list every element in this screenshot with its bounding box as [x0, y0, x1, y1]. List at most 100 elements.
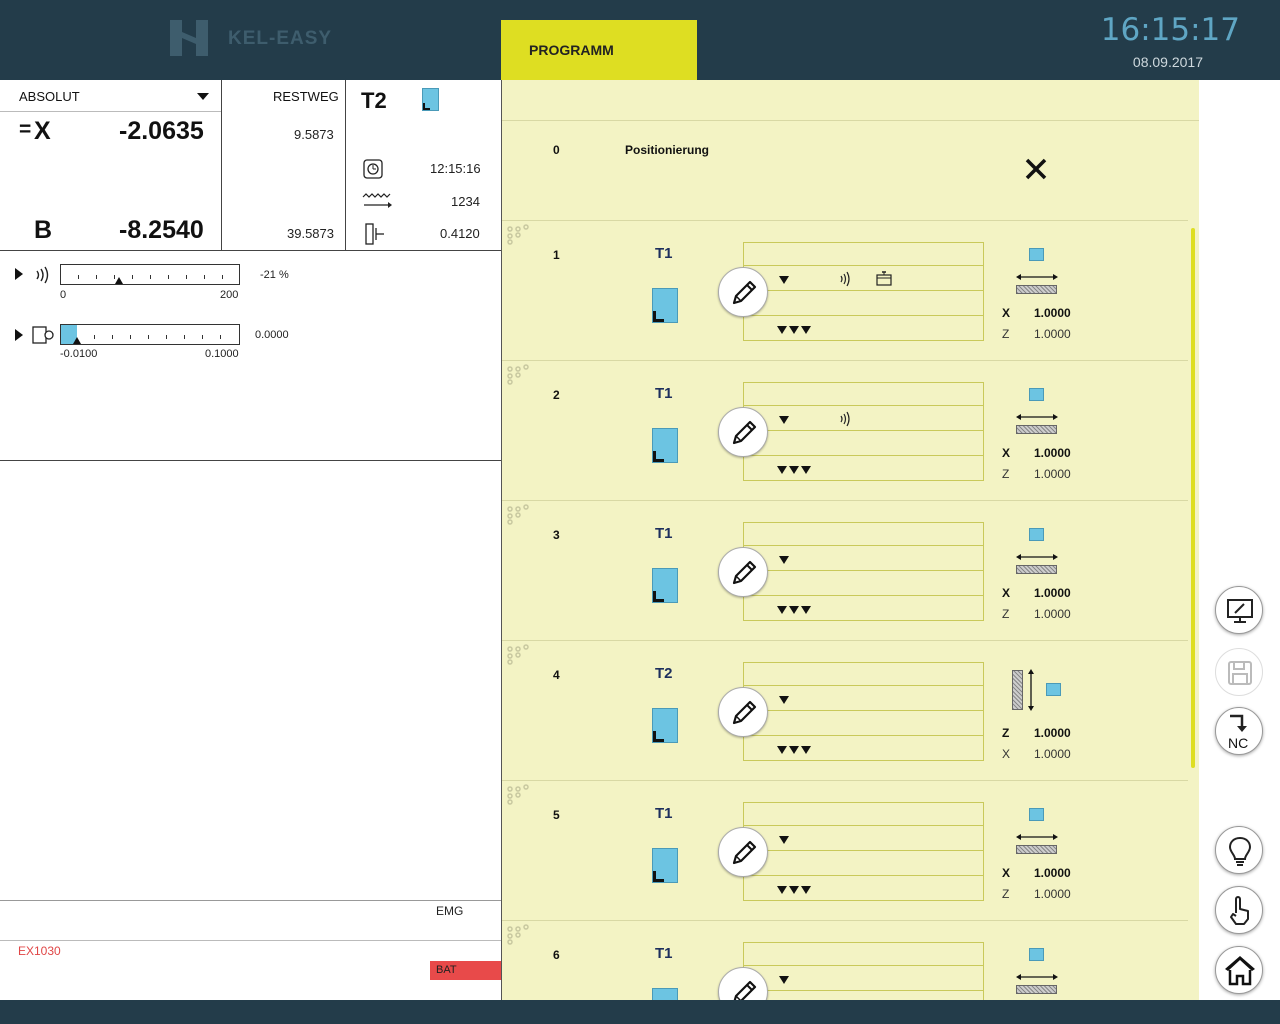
- axis-label: X: [1002, 306, 1011, 320]
- program-panel: 0 Positionierung 1 T1 X 1.0000 Z 1.0000 …: [501, 80, 1199, 1000]
- expand-arrow-icon[interactable]: [777, 746, 787, 754]
- edit-button[interactable]: [718, 687, 768, 737]
- axis-value: 1.0000: [1034, 586, 1071, 600]
- row-tool: T1: [655, 805, 673, 822]
- dropdown-arrow-icon[interactable]: [779, 836, 789, 844]
- tool-icon: [652, 288, 678, 323]
- light-button[interactable]: [1215, 826, 1263, 874]
- axis-label: Z: [1002, 327, 1010, 341]
- program-row-6[interactable]: 6 T1: [502, 921, 1188, 1000]
- offset-slider-marker: [73, 337, 81, 344]
- surface-icon: [1016, 845, 1057, 854]
- program-row-2[interactable]: 2 T1 X 1.0000 Z 1.0000: [502, 361, 1188, 501]
- edit-button[interactable]: [718, 547, 768, 597]
- dropdown-arrow-icon[interactable]: [779, 416, 789, 424]
- surface-icon: [1016, 285, 1057, 294]
- workpiece-icon: [1029, 528, 1044, 541]
- drag-handle-icon[interactable]: [504, 503, 532, 525]
- row-parameter-form[interactable]: [743, 382, 984, 481]
- save-button[interactable]: [1215, 648, 1263, 696]
- edit-button[interactable]: [718, 267, 768, 317]
- drag-handle-icon[interactable]: [504, 643, 532, 665]
- row-parameter-form[interactable]: [743, 522, 984, 621]
- divider: [0, 900, 501, 901]
- expand-arrow-icon[interactable]: [777, 466, 787, 474]
- tool-icon: [652, 848, 678, 883]
- expand-arrow-icon[interactable]: [801, 326, 811, 334]
- mode-select[interactable]: ABSOLUT: [0, 80, 221, 111]
- x-restweg-value: 9.5873: [294, 127, 334, 142]
- b-position-value: -8.2540: [119, 216, 204, 244]
- drag-handle-icon[interactable]: [504, 223, 532, 245]
- dropdown-arrow-icon[interactable]: [779, 276, 789, 284]
- axis-label: X: [1002, 446, 1011, 460]
- expand-arrow-icon[interactable]: [789, 326, 799, 334]
- close-icon[interactable]: [1025, 158, 1047, 180]
- expand-arrow-icon[interactable]: [789, 746, 799, 754]
- dropdown-arrow-icon[interactable]: [779, 976, 789, 984]
- expand-arrow-icon[interactable]: [777, 606, 787, 614]
- divider: [0, 940, 501, 941]
- pencil-icon: [733, 980, 757, 1000]
- expand-arrow-icon[interactable]: [789, 466, 799, 474]
- drag-handle-icon[interactable]: [504, 363, 532, 385]
- lightbulb-icon: [1228, 836, 1252, 866]
- row-tool: T1: [655, 385, 673, 402]
- dropdown-arrow-icon[interactable]: [779, 696, 789, 704]
- expand-arrow-icon[interactable]: [789, 886, 799, 894]
- divider: [221, 80, 222, 250]
- program-row-0[interactable]: 0 Positionierung: [502, 121, 1188, 221]
- expand-arrow-icon[interactable]: [777, 886, 787, 894]
- program-row-1[interactable]: 1 T1 X 1.0000 Z 1.0000: [502, 221, 1188, 361]
- edit-button[interactable]: [718, 827, 768, 877]
- tab-programm[interactable]: PROGRAMM: [501, 20, 697, 80]
- edit-button[interactable]: [718, 967, 768, 1000]
- machine-status-panel: ABSOLUT RESTWEG = X -2.0635 9.5873 B -8.…: [0, 80, 501, 1000]
- row-number: 6: [553, 948, 560, 962]
- workpiece-icon: [1029, 948, 1044, 961]
- program-row-4[interactable]: 4 T2 Z 1.0000 X 1.0000: [502, 641, 1188, 781]
- row-parameter-form[interactable]: [743, 802, 984, 901]
- drag-handle-icon[interactable]: [504, 923, 532, 945]
- axis-label: X: [1002, 866, 1011, 880]
- expand-arrow-icon[interactable]: [801, 746, 811, 754]
- dropdown-arrow-icon[interactable]: [779, 556, 789, 564]
- row-number: 4: [553, 668, 560, 682]
- axis-value: 1.0000: [1034, 327, 1071, 341]
- program-row-5[interactable]: 5 T1 X 1.0000 Z 1.0000: [502, 781, 1188, 921]
- expand-spindle-arrow[interactable]: [15, 268, 23, 280]
- monitor-button[interactable]: [1215, 586, 1263, 634]
- offset-scale[interactable]: [60, 324, 240, 345]
- row-parameter-form[interactable]: [743, 942, 984, 1000]
- axis-value: 1.0000: [1034, 607, 1071, 621]
- horizontal-move-icon: [1016, 274, 1058, 280]
- top-bar: KEL-EASY PROGRAMM 16:15:17 08.09.2017: [0, 0, 1280, 80]
- expand-arrow-icon[interactable]: [801, 466, 811, 474]
- drag-handle-icon[interactable]: [504, 783, 532, 805]
- axis-label: X: [1002, 747, 1011, 761]
- workpiece-icon: [1029, 248, 1044, 261]
- axis-label: Z: [1002, 467, 1010, 481]
- row-parameter-form[interactable]: [743, 242, 984, 341]
- expand-arrow-icon[interactable]: [789, 606, 799, 614]
- home-button[interactable]: [1215, 946, 1263, 994]
- horizontal-move-icon: [1016, 554, 1058, 560]
- clock-date: 08.09.2017: [1132, 54, 1203, 70]
- axis-label: Z: [1002, 607, 1010, 621]
- axis-value: 1.0000: [1034, 446, 1071, 460]
- cycle-time-icon: [363, 159, 383, 179]
- touch-button[interactable]: [1215, 886, 1263, 934]
- expand-arrow-icon[interactable]: [801, 606, 811, 614]
- program-row-3[interactable]: 3 T1 X 1.0000 Z 1.0000: [502, 501, 1188, 641]
- expand-offset-arrow[interactable]: [15, 329, 23, 341]
- scrollbar[interactable]: [1191, 228, 1195, 768]
- row-parameter-form[interactable]: [743, 662, 984, 761]
- expand-arrow-icon[interactable]: [801, 886, 811, 894]
- spindle-percent: -21 %: [260, 269, 289, 281]
- save-icon: [1228, 661, 1252, 685]
- tool-icon: [652, 568, 678, 603]
- expand-arrow-icon[interactable]: [777, 326, 787, 334]
- spindle-override-scale[interactable]: [60, 264, 240, 285]
- edit-button[interactable]: [718, 407, 768, 457]
- nc-transfer-button[interactable]: NC: [1215, 707, 1263, 755]
